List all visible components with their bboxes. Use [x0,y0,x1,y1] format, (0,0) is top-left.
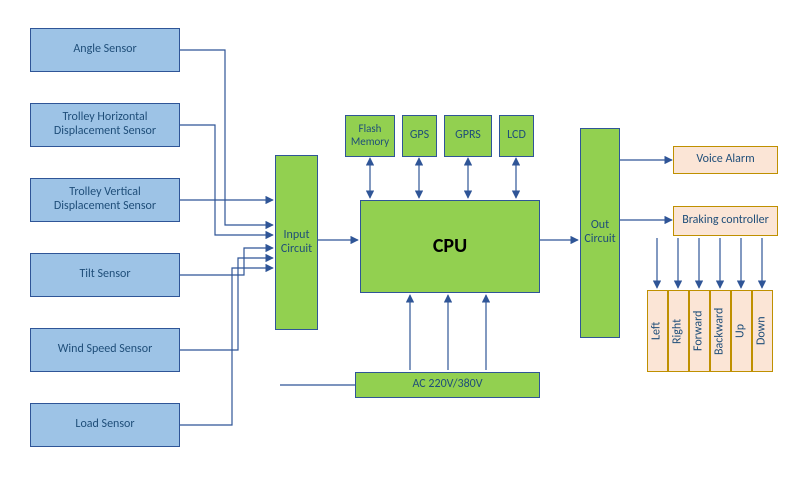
block-direction-forward: Forward [689,290,710,372]
label: LCD [507,129,526,143]
block-direction-left: Left [647,290,668,372]
label: Braking controller [682,214,769,228]
block-flash-memory: Flash Memory [345,115,395,157]
block-lcd: LCD [499,115,534,157]
label: Tilt Sensor [79,268,130,282]
label: CPU [433,235,467,258]
block-out-circuit: Out Circuit [580,128,620,338]
label: Backward [714,307,728,354]
block-trolley-horizontal-displacement-sensor: Trolley Horizontal Displacement Sensor [30,103,180,147]
label: Input Circuit [280,229,313,257]
block-direction-down: Down [752,290,773,372]
label: Out Circuit [584,219,615,247]
label: Forward [693,311,707,351]
label: AC 220V/380V [412,378,482,392]
label: Wind Speed Sensor [58,343,153,357]
block-gps: GPS [402,115,437,157]
block-direction-backward: Backward [710,290,731,372]
label: GPS [410,129,429,143]
label: Trolley Horizontal Displacement Sensor [35,111,175,139]
block-ac-power: AC 220V/380V [355,372,540,398]
label: Up [735,324,749,338]
block-tilt-sensor: Tilt Sensor [30,253,180,297]
label: Flash Memory [350,123,390,148]
block-cpu: CPU [360,200,540,293]
block-trolley-vertical-displacement-sensor: Trolley Vertical Displacement Sensor [30,178,180,222]
block-wind-speed-sensor: Wind Speed Sensor [30,328,180,372]
label: Angle Sensor [73,43,136,57]
block-direction-right: Right [668,290,689,372]
label: Left [651,322,665,340]
block-input-circuit: Input Circuit [275,155,318,330]
block-angle-sensor: Angle Sensor [30,28,180,72]
label: Right [672,318,686,343]
block-direction-up: Up [731,290,752,372]
block-load-sensor: Load Sensor [30,403,180,447]
label: Down [756,317,770,346]
block-braking-controller: Braking controller [673,206,778,236]
label: Trolley Vertical Displacement Sensor [35,186,175,214]
label: Load Sensor [75,418,134,432]
block-voice-alarm: Voice Alarm [673,146,778,174]
label: GPRS [455,129,481,143]
label: Voice Alarm [696,153,754,167]
block-gprs: GPRS [444,115,492,157]
